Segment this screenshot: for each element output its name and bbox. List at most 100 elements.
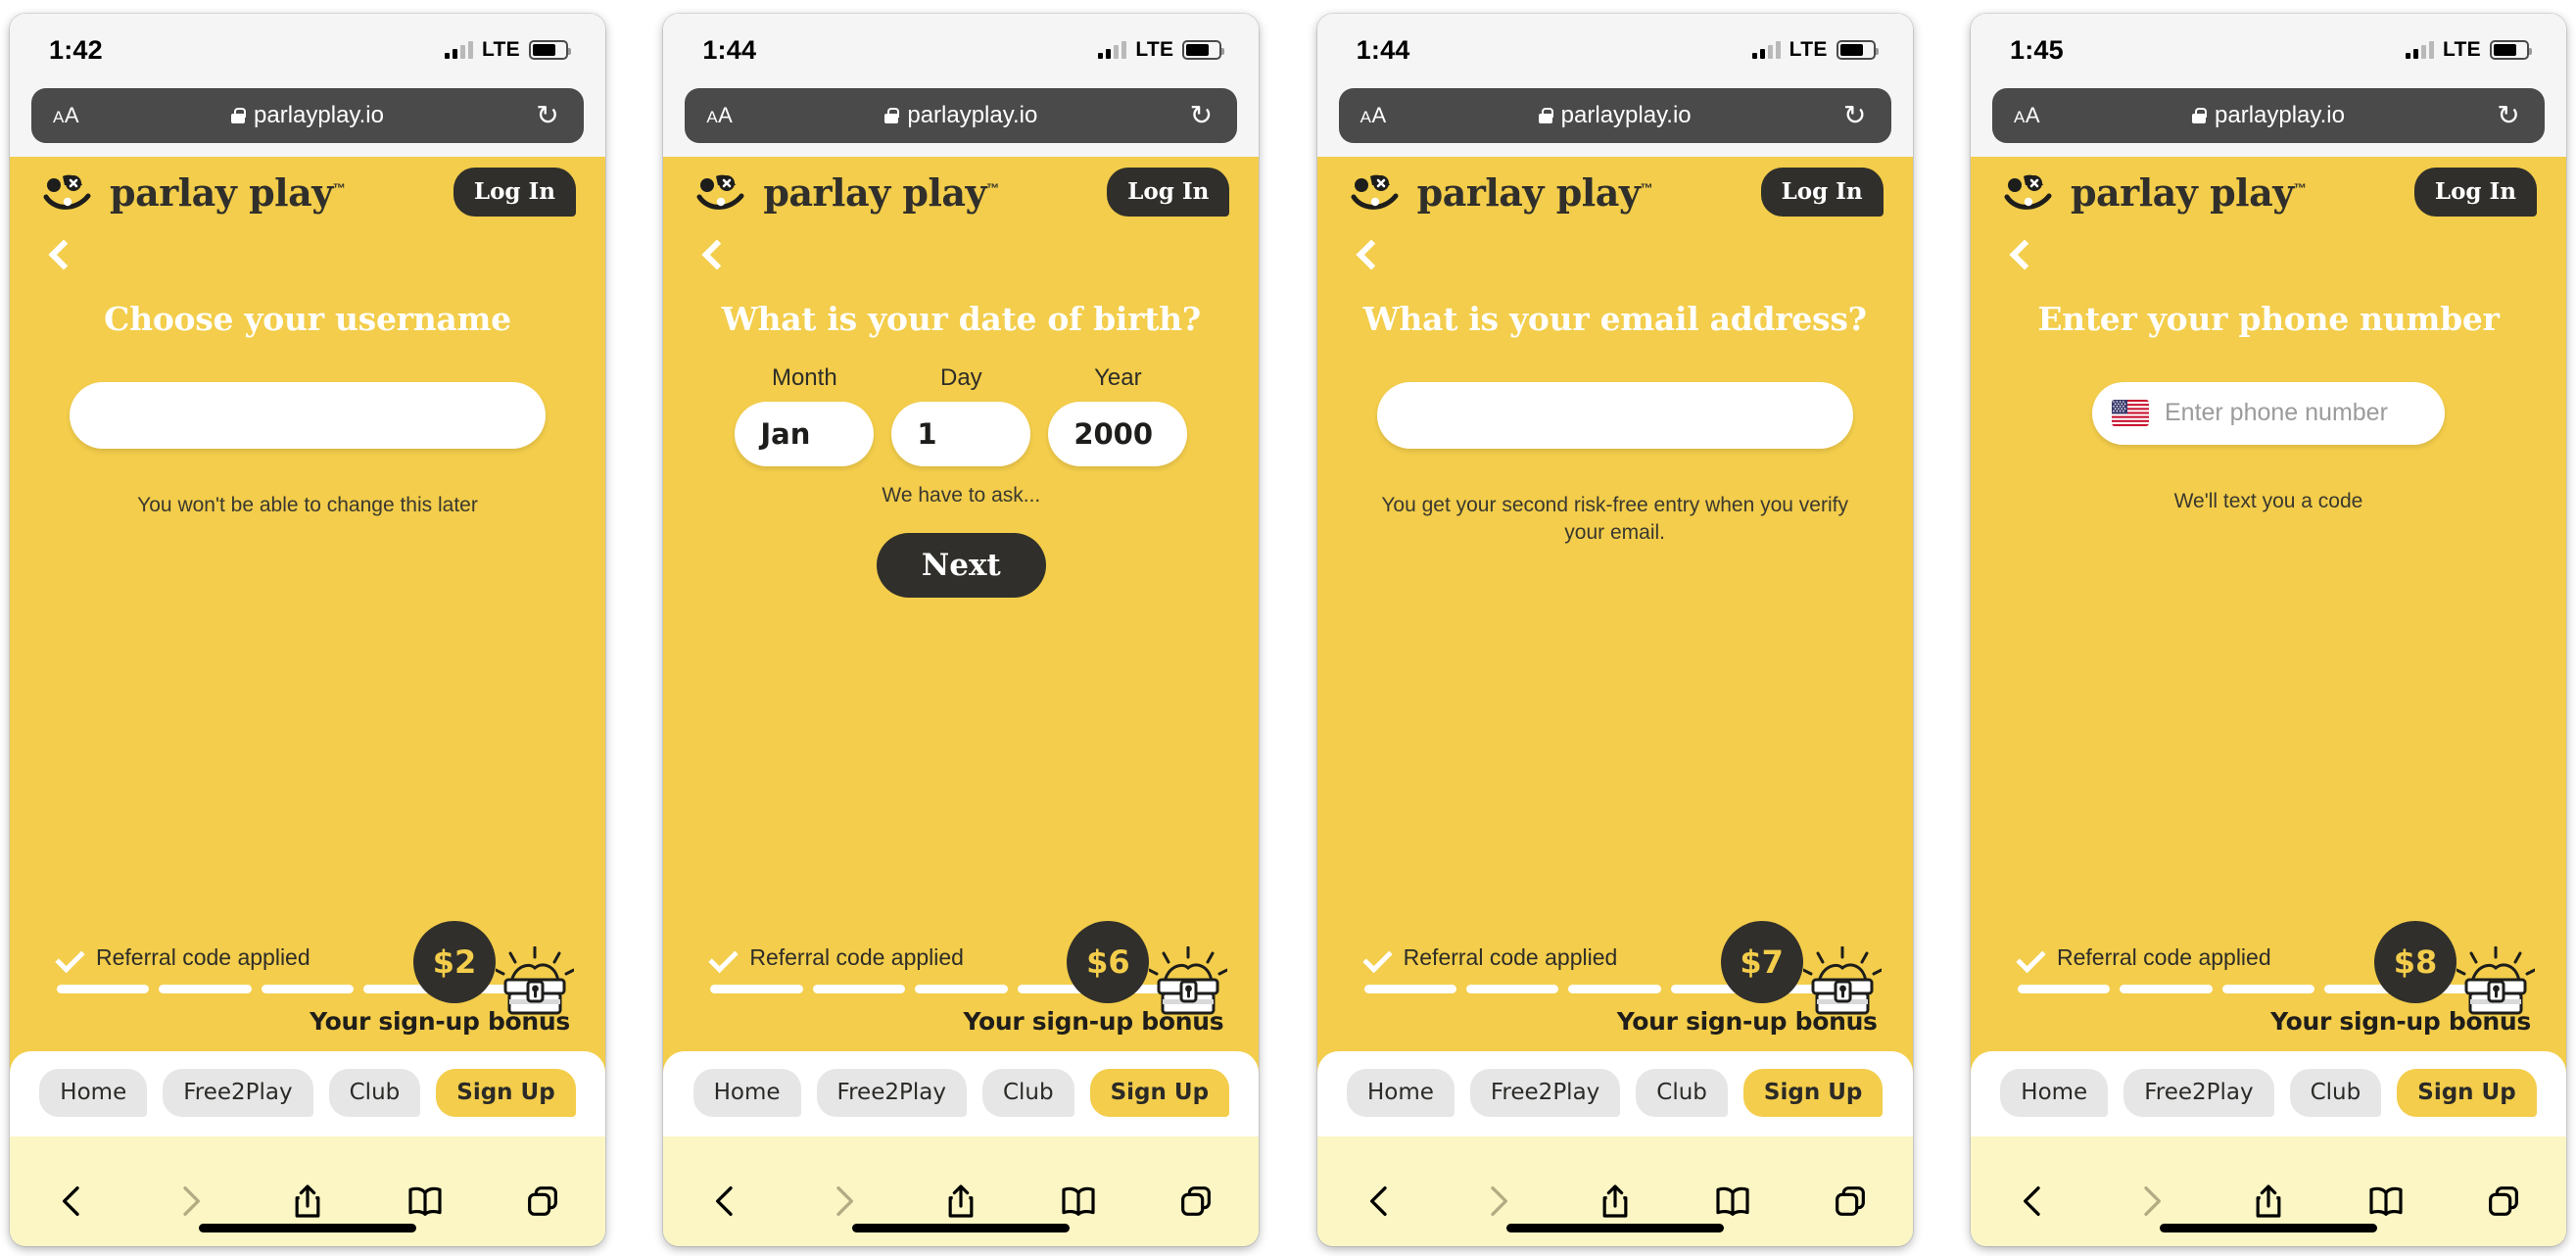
email-input[interactable] (1376, 381, 1853, 449)
check-icon (57, 950, 82, 965)
year-select[interactable]: 2000 (1048, 401, 1188, 466)
tabs-icon[interactable] (1176, 1182, 1216, 1221)
tab-home[interactable]: Home (692, 1069, 801, 1117)
battery-icon (1182, 40, 1225, 60)
tab-signup[interactable]: Sign Up (2397, 1069, 2537, 1117)
brand-logo[interactable]: parlay play™ (696, 169, 999, 215)
back-chevron-icon[interactable] (2009, 239, 2040, 270)
app-tab-bar: Home Free2Play Club Sign Up (663, 1051, 1260, 1136)
app-header: parlay play™ Log In (10, 157, 605, 227)
login-button[interactable]: Log In (453, 168, 576, 217)
reload-icon[interactable]: ↻ (533, 102, 562, 129)
url-bar[interactable]: AA parlayplay.io ↻ (685, 88, 1238, 143)
next-button[interactable]: Next (876, 532, 1046, 598)
login-button[interactable]: Log In (1760, 168, 1884, 217)
url-display: parlayplay.io (1992, 102, 2545, 129)
bookmarks-icon[interactable] (1713, 1182, 1752, 1221)
phone-number-field[interactable]: Enter phone number (2091, 381, 2445, 445)
lock-icon (231, 108, 247, 123)
url-text: parlayplay.io (907, 102, 1038, 128)
tab-club[interactable]: Club (2289, 1069, 2382, 1117)
url-display: parlayplay.io (1339, 102, 1891, 129)
bonus-footer: Referral code applied Your sign-up bonus… (663, 921, 1259, 1051)
month-select[interactable]: Jan (735, 401, 875, 466)
tab-free2play[interactable]: Free2Play (163, 1069, 313, 1117)
url-text: parlayplay.io (2215, 102, 2345, 128)
username-input[interactable] (70, 381, 546, 449)
page-title: Enter your phone number (2037, 300, 2500, 338)
year-group: Year 2000 (1048, 364, 1188, 466)
app-tab-bar: Home Free2Play Club Sign Up (1316, 1051, 1913, 1136)
url-bar[interactable]: AA parlayplay.io ↻ (1991, 88, 2545, 143)
reload-icon[interactable]: ↻ (2494, 102, 2523, 129)
tabs-icon[interactable] (2484, 1182, 2523, 1221)
bookmarks-icon[interactable] (1059, 1182, 1098, 1221)
tab-signup[interactable]: Sign Up (1089, 1069, 1230, 1117)
share-icon[interactable] (2249, 1182, 2288, 1221)
tabs-icon[interactable] (1831, 1182, 1870, 1221)
text-size-icon[interactable]: AA (2014, 103, 2040, 128)
reload-icon[interactable]: ↻ (1840, 102, 1870, 129)
url-bar-container: AA parlayplay.io ↻ (663, 86, 1260, 157)
text-size-icon[interactable]: AA (706, 103, 733, 128)
brand-name: parlay play™ (110, 169, 346, 215)
browser-back-icon[interactable] (53, 1182, 92, 1221)
us-flag-icon[interactable] (2111, 400, 2149, 427)
browser-back-icon[interactable] (1360, 1182, 1400, 1221)
url-bar[interactable]: AA parlayplay.io ↻ (1338, 88, 1891, 143)
bookmarks-icon[interactable] (2366, 1182, 2406, 1221)
login-button[interactable]: Log In (1107, 168, 1230, 217)
referral-label: Referral code applied (2056, 944, 2271, 970)
brand-logo[interactable]: parlay play™ (2004, 169, 2307, 215)
share-icon[interactable] (941, 1182, 980, 1221)
login-button[interactable]: Log In (2413, 168, 2537, 217)
brand-logo[interactable]: parlay play™ (43, 169, 346, 215)
tab-free2play[interactable]: Free2Play (816, 1069, 967, 1117)
reload-icon[interactable]: ↻ (1186, 102, 1216, 129)
browser-back-icon[interactable] (706, 1182, 745, 1221)
share-icon[interactable] (1596, 1182, 1635, 1221)
tab-free2play[interactable]: Free2Play (1469, 1069, 1621, 1117)
brand-logo[interactable]: parlay play™ (1351, 169, 1652, 215)
browser-forward-icon (836, 1186, 854, 1216)
home-indicator (199, 1224, 416, 1232)
tab-home[interactable]: Home (39, 1069, 148, 1117)
status-indicators: LTE (444, 38, 571, 62)
back-chevron-icon[interactable] (1356, 239, 1387, 270)
tab-club[interactable]: Club (328, 1069, 421, 1117)
back-chevron-icon[interactable] (701, 239, 733, 270)
tabs-icon[interactable] (523, 1182, 562, 1221)
pirate-logo-icon (43, 174, 91, 210)
signup-step-body: What is your date of birth? Month Jan Da… (663, 282, 1259, 944)
app-header: parlay play™ Log In (1317, 157, 1913, 227)
bonus-amount-badge: $8 (2373, 921, 2457, 1003)
phone-placeholder: Enter phone number (2164, 399, 2388, 427)
tab-club[interactable]: Club (1636, 1069, 1728, 1117)
home-indicator (2159, 1224, 2377, 1232)
brand-name: parlay play™ (2070, 169, 2307, 215)
status-time: 1:42 (49, 34, 103, 65)
tab-free2play[interactable]: Free2Play (2123, 1069, 2274, 1117)
back-chevron-icon[interactable] (48, 239, 79, 270)
tab-home[interactable]: Home (1346, 1069, 1455, 1117)
share-icon[interactable] (288, 1182, 327, 1221)
url-bar[interactable]: AA parlayplay.io ↻ (31, 88, 584, 143)
pirate-logo-icon (696, 174, 744, 210)
bookmarks-icon[interactable] (405, 1182, 445, 1221)
day-label: Day (939, 363, 982, 391)
network-label: LTE (2442, 38, 2481, 61)
tab-signup[interactable]: Sign Up (1742, 1069, 1884, 1117)
signal-bars-icon (444, 41, 473, 59)
text-size-icon[interactable]: AA (1360, 103, 1387, 128)
status-time: 1:45 (2009, 34, 2064, 65)
day-select[interactable]: 1 (891, 401, 1031, 466)
tab-signup[interactable]: Sign Up (436, 1069, 576, 1117)
text-size-icon[interactable]: AA (53, 103, 79, 128)
status-bar: 1:45 LTE (1970, 14, 2566, 86)
back-row (663, 227, 1259, 282)
browser-back-icon[interactable] (2014, 1182, 2053, 1221)
tab-home[interactable]: Home (2000, 1069, 2109, 1117)
home-indicator (852, 1224, 1071, 1232)
battery-icon (1836, 40, 1879, 60)
tab-club[interactable]: Club (981, 1069, 1074, 1117)
